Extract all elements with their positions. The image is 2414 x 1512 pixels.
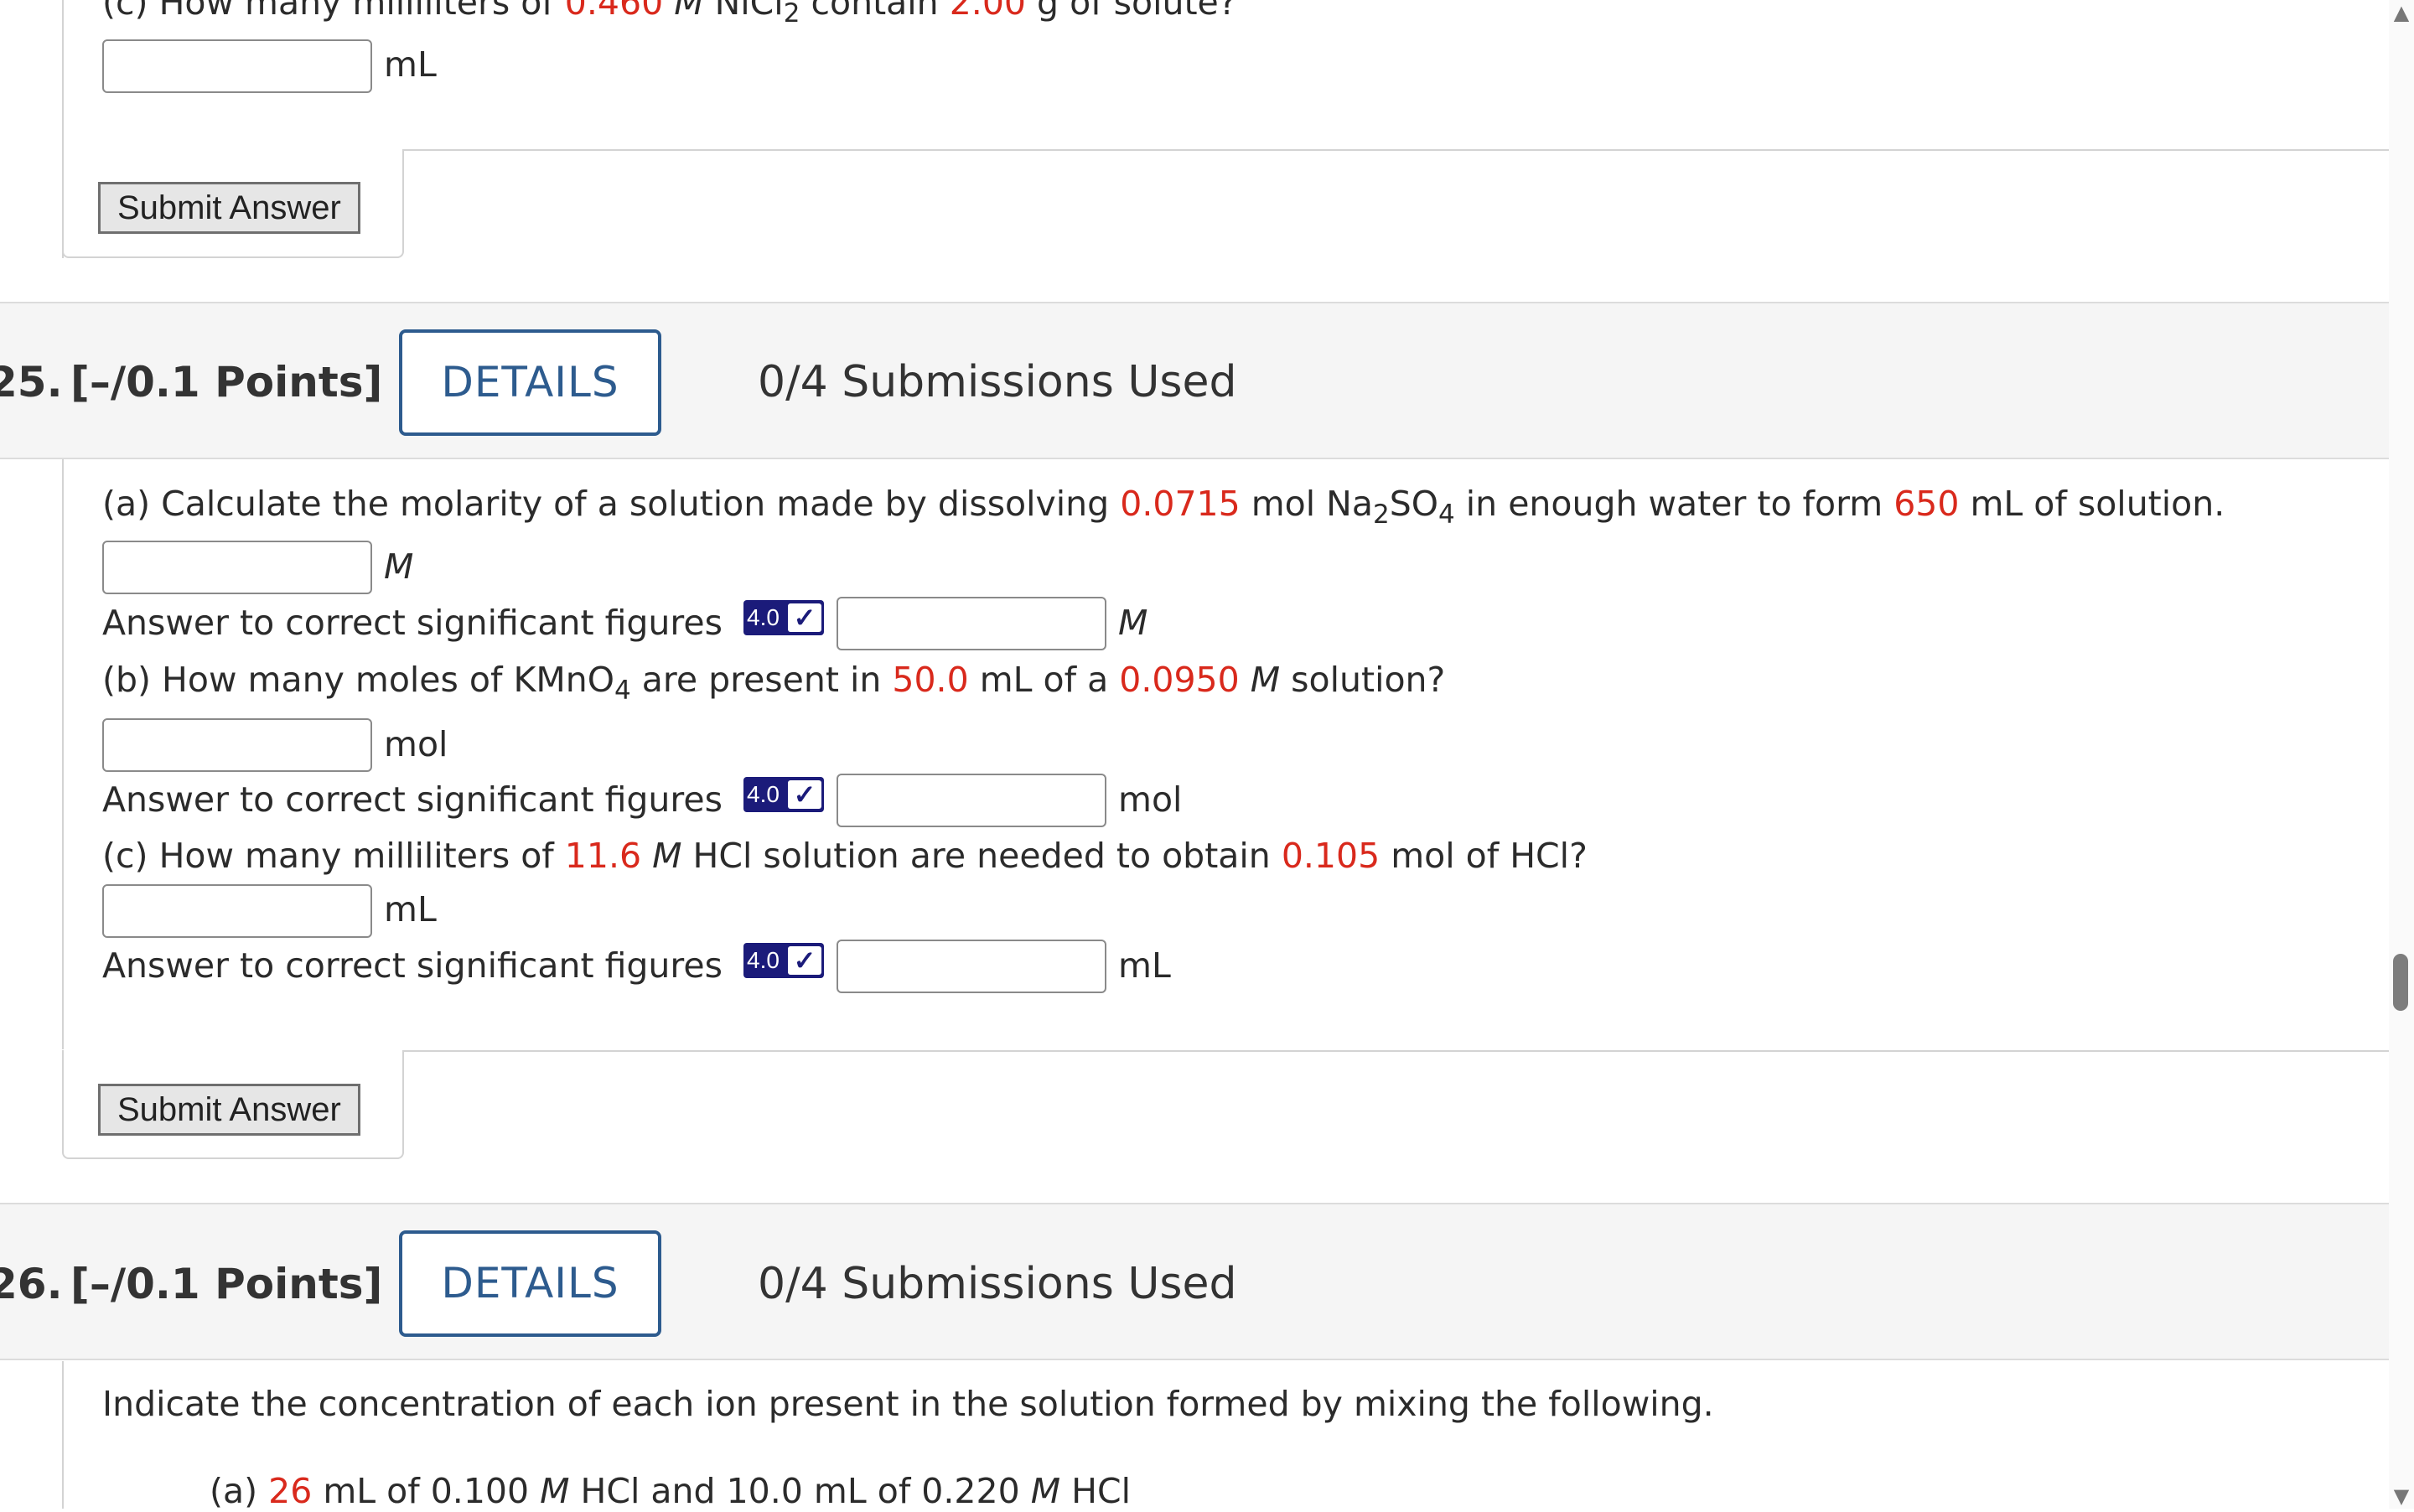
q26-points: [–/0.1 Points] (70, 1260, 383, 1308)
q26-body-panel (62, 1361, 65, 1509)
scrollbar-thumb[interactable] (2393, 954, 2408, 1011)
sig-badge-label: 4.0 (747, 781, 780, 807)
q25-points: [–/0.1 Points] (70, 358, 383, 406)
q25-part-b-text: (b) How many moles of KMnO4 are present … (102, 660, 1446, 706)
check-icon: ✓ (788, 946, 821, 975)
scroll-up-icon[interactable]: ▲ (2391, 2, 2412, 23)
sig-badge-label: 4.0 (747, 947, 780, 973)
prev-part-c-unit: mL (384, 44, 437, 85)
prev-submit-answer-button[interactable]: Submit Answer (98, 182, 360, 234)
q25-part-a-answer-input[interactable] (102, 541, 372, 594)
q26-intro-text: Indicate the concentration of each ion p… (102, 1384, 1714, 1424)
q25-part-a-sig-label: Answer to correct significant figures (102, 603, 723, 643)
q25-part-b-sig-badge: 4.0 ✓ (743, 777, 824, 812)
prev-question-part-c-text: (c) How many milliliters of 0.460 M NiCl… (102, 0, 1237, 28)
q25-part-b-sig-input[interactable] (837, 774, 1106, 827)
prev-submit-divider (404, 149, 2389, 151)
q25-part-c-sig-unit: mL (1118, 945, 1171, 986)
q25-part-c-sig-badge: 4.0 ✓ (743, 943, 824, 978)
q26-number: 26. (0, 1260, 63, 1308)
q25-part-a-text: (a) Calculate the molarity of a solution… (102, 484, 2225, 530)
q25-part-b-sig-unit: mol (1118, 779, 1183, 820)
scroll-down-icon[interactable]: ▼ (2391, 1485, 2412, 1507)
q25-part-a-sig-input[interactable] (837, 597, 1106, 650)
q25-part-c-sig-label: Answer to correct significant figures (102, 945, 723, 986)
q25-part-b-unit: mol (384, 724, 448, 764)
q25-submissions-used: 0/4 Submissions Used (758, 357, 1237, 407)
prev-part-c-answer-input[interactable] (102, 39, 372, 93)
q25-submit-answer-button[interactable]: Submit Answer (98, 1084, 360, 1136)
q25-part-c-answer-input[interactable] (102, 884, 372, 938)
q25-part-c-unit: mL (384, 889, 437, 929)
q25-part-b-answer-input[interactable] (102, 718, 372, 772)
q25-part-c-text: (c) How many milliliters of 11.6 M HCl s… (102, 836, 1588, 876)
q26-part-a-text: (a) 26 mL of 0.100 M HCl and 10.0 mL of … (210, 1471, 1131, 1511)
q25-part-a-sig-badge: 4.0 ✓ (743, 600, 824, 635)
q25-part-c-sig-input[interactable] (837, 940, 1106, 993)
q25-part-a-unit: M (384, 546, 414, 587)
vertical-scrollbar[interactable] (2389, 0, 2414, 1509)
q26-submissions-used: 0/4 Submissions Used (758, 1259, 1237, 1309)
q25-details-button[interactable]: DETAILS (399, 329, 661, 436)
q26-details-button[interactable]: DETAILS (399, 1230, 661, 1337)
q25-part-a-sig-unit: M (1118, 603, 1148, 643)
q25-submit-divider (404, 1050, 2389, 1052)
question-page: (c) How many milliliters of 0.460 M NiCl… (0, 0, 2389, 1511)
check-icon: ✓ (788, 780, 821, 809)
sig-badge-label: 4.0 (747, 604, 780, 630)
q25-number: 25. (0, 358, 63, 406)
q25-part-b-sig-label: Answer to correct significant figures (102, 779, 723, 820)
q25-body-panel (62, 459, 65, 1049)
check-icon: ✓ (788, 603, 821, 632)
